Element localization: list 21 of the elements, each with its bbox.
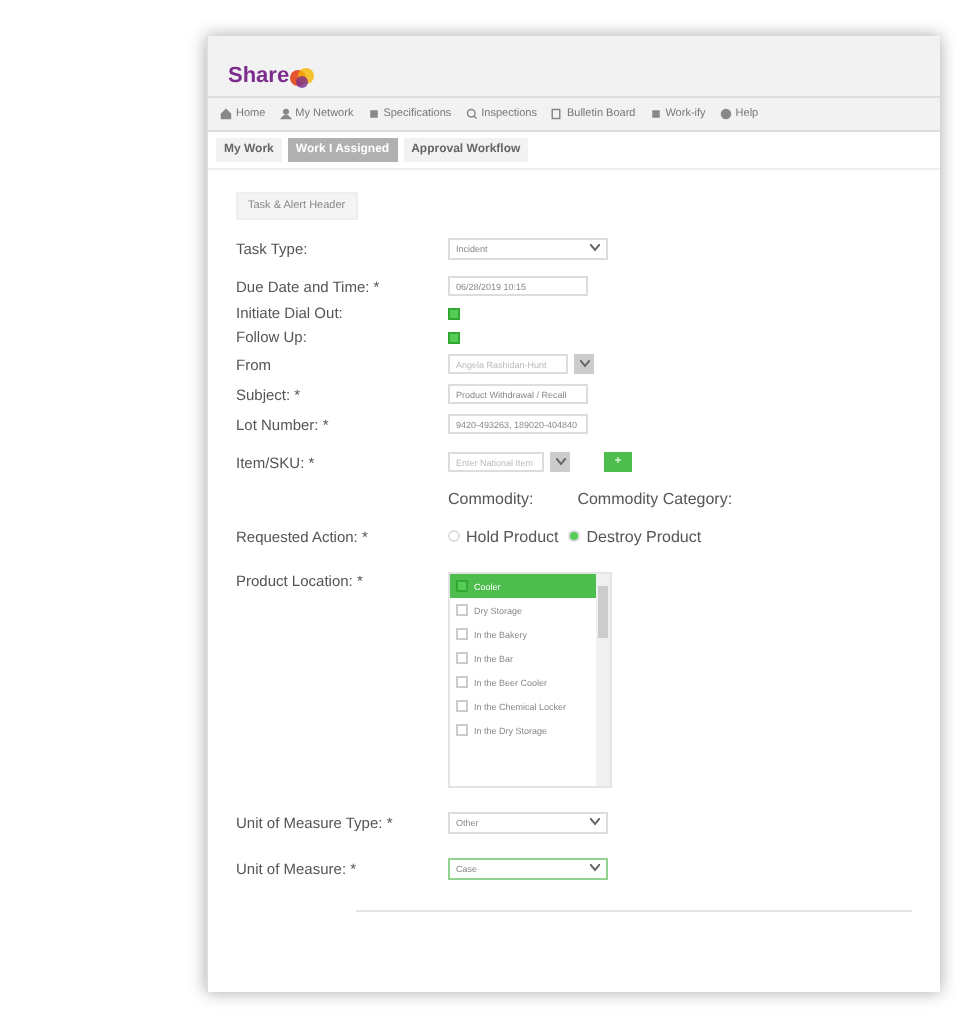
radio-label: Destroy Product bbox=[586, 527, 702, 545]
scrollbar[interactable] bbox=[596, 574, 610, 786]
chevron-icon bbox=[579, 360, 589, 368]
document-icon bbox=[550, 108, 563, 120]
radio-button[interactable] bbox=[448, 530, 460, 542]
chevron-icon bbox=[590, 818, 600, 826]
chevron-icon bbox=[590, 864, 600, 872]
checkbox[interactable] bbox=[448, 331, 460, 343]
radio-label: Hold Product bbox=[466, 527, 559, 545]
dropdown-button[interactable] bbox=[574, 354, 594, 374]
commodity-label: Commodity Category: bbox=[577, 489, 733, 507]
chevron-icon bbox=[590, 244, 600, 252]
radio-button[interactable] bbox=[568, 530, 581, 542]
user-icon bbox=[279, 108, 292, 120]
home-icon bbox=[220, 108, 232, 120]
chevron-icon bbox=[555, 458, 565, 466]
commodity-label: Commodity: bbox=[448, 489, 534, 507]
search-icon bbox=[465, 108, 478, 120]
logo: Share bbox=[228, 64, 314, 88]
checkbox[interactable] bbox=[448, 307, 460, 319]
dropdown-button[interactable] bbox=[550, 452, 570, 472]
